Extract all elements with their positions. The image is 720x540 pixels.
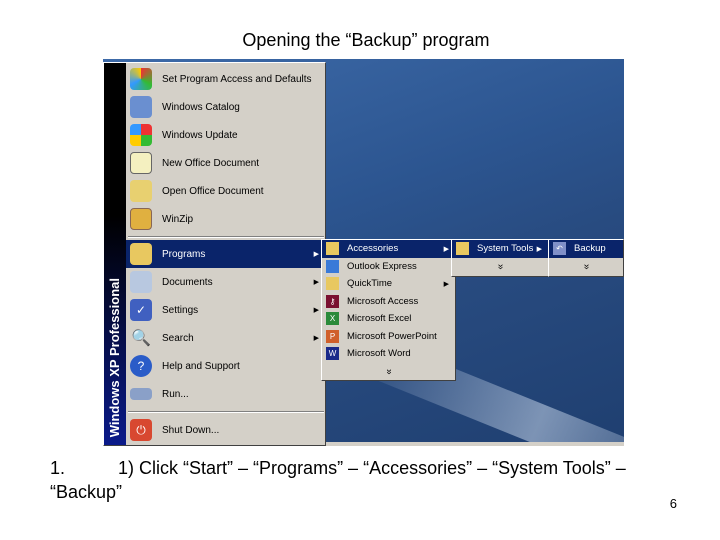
- menu-item-open-office-document[interactable]: Open Office Document: [126, 177, 325, 205]
- submenu-arrow-icon: ▶: [443, 245, 449, 253]
- slide-title: Opening the “Backup” program: [242, 30, 490, 50]
- programs-folder-icon: [130, 243, 152, 265]
- system-tools-submenu: ↶ Backup »: [548, 239, 624, 277]
- submenu-arrow-icon: ▶: [313, 307, 319, 314]
- menu-item-windows-update[interactable]: Windows Update: [126, 121, 325, 149]
- open-office-document-icon: [130, 180, 152, 202]
- submenu-arrow-icon: ▶: [443, 280, 449, 288]
- accessories-submenu: System Tools ▶ »: [451, 239, 549, 277]
- powerpoint-icon: P: [326, 329, 339, 343]
- menu-item-set-program-access[interactable]: Set Program Access and Defaults: [126, 65, 325, 93]
- folder-icon: [326, 277, 339, 291]
- menu-item-run[interactable]: Run...: [126, 380, 325, 408]
- instruction-caption: 1. 1) Click “Start” – “Programs” – “Acce…: [50, 456, 690, 504]
- page-number: 6: [669, 496, 677, 511]
- start-menu: Windows XP Professional Set Program Acce…: [103, 62, 326, 446]
- label: Open Office Document: [162, 185, 264, 197]
- label: QuickTime: [347, 278, 393, 290]
- label: Windows Update: [162, 129, 238, 141]
- outlook-express-icon: [326, 259, 339, 273]
- expand-menu-chevron[interactable]: »: [380, 305, 398, 438]
- settings-icon: ✓: [130, 299, 152, 321]
- program-access-icon: [130, 68, 152, 90]
- label: Programs: [162, 248, 206, 260]
- menu-item-programs[interactable]: Programs ▶: [126, 240, 325, 268]
- documents-icon: [130, 271, 152, 293]
- separator: [128, 236, 324, 238]
- folder-icon: [456, 242, 469, 256]
- winzip-icon: [130, 208, 152, 230]
- screenshot: Windows XP Professional Set Program Acce…: [103, 59, 624, 446]
- label: Accessories: [347, 243, 399, 255]
- label: New Office Document: [162, 157, 260, 169]
- label: Run...: [162, 388, 189, 400]
- menu-item-winzip[interactable]: WinZip: [126, 205, 325, 233]
- access-icon: ⚷: [326, 294, 339, 308]
- expand-menu-chevron[interactable]: »: [577, 229, 595, 303]
- menu-item-shut-down[interactable]: ⏻ Shut Down...: [126, 416, 325, 444]
- separator: [128, 411, 324, 413]
- instruction-text: 1) Click “Start” – “Programs” – “Accesso…: [50, 458, 626, 502]
- folder-icon: [326, 242, 339, 256]
- excel-icon: X: [326, 312, 339, 326]
- menu-item-documents[interactable]: Documents ▶: [126, 268, 325, 296]
- label: Settings: [162, 304, 199, 316]
- start-menu-banner: Windows XP Professional: [104, 63, 126, 445]
- windows-update-icon: [130, 124, 152, 146]
- label: Set Program Access and Defaults: [162, 73, 312, 85]
- menu-item-new-office-document[interactable]: New Office Document: [126, 149, 325, 177]
- programs-submenu: Accessories ▶ Outlook Express QuickTime ▶ …: [321, 239, 456, 381]
- label: Search: [162, 332, 194, 344]
- menu-item-search[interactable]: 🔍 Search ▶: [126, 324, 325, 352]
- submenu-arrow-icon: ▶: [313, 335, 319, 342]
- label: Outlook Express: [347, 260, 417, 272]
- label: Documents: [162, 276, 213, 288]
- expand-menu-chevron[interactable]: »: [491, 218, 509, 314]
- menu-item-help-and-support[interactable]: ? Help and Support: [126, 352, 325, 380]
- list-number: 1.: [50, 458, 66, 478]
- shutdown-icon: ⏻: [130, 419, 152, 441]
- label: Windows Catalog: [162, 101, 240, 113]
- backup-icon: ↶: [553, 242, 566, 256]
- label: Shut Down...: [162, 424, 220, 436]
- new-office-document-icon: [130, 152, 152, 174]
- submenu-arrow-icon: ▶: [313, 251, 319, 258]
- menu-item-quicktime[interactable]: QuickTime ▶: [322, 275, 455, 293]
- menu-item-windows-catalog[interactable]: Windows Catalog: [126, 93, 325, 121]
- help-icon: ?: [130, 355, 152, 377]
- label: WinZip: [162, 213, 194, 225]
- submenu-arrow-icon: ▶: [536, 245, 542, 253]
- menu-item-accessories[interactable]: Accessories ▶: [322, 240, 455, 258]
- menu-item-outlook-express[interactable]: Outlook Express: [322, 258, 455, 276]
- windows-catalog-icon: [130, 96, 152, 118]
- word-icon: W: [326, 347, 339, 361]
- run-icon: [130, 388, 152, 400]
- banner-text: Windows XP Professional: [107, 277, 122, 437]
- label: Help and Support: [162, 360, 240, 372]
- search-icon: 🔍: [131, 330, 151, 347]
- menu-item-settings[interactable]: ✓ Settings ▶: [126, 296, 325, 324]
- submenu-arrow-icon: ▶: [313, 279, 319, 286]
